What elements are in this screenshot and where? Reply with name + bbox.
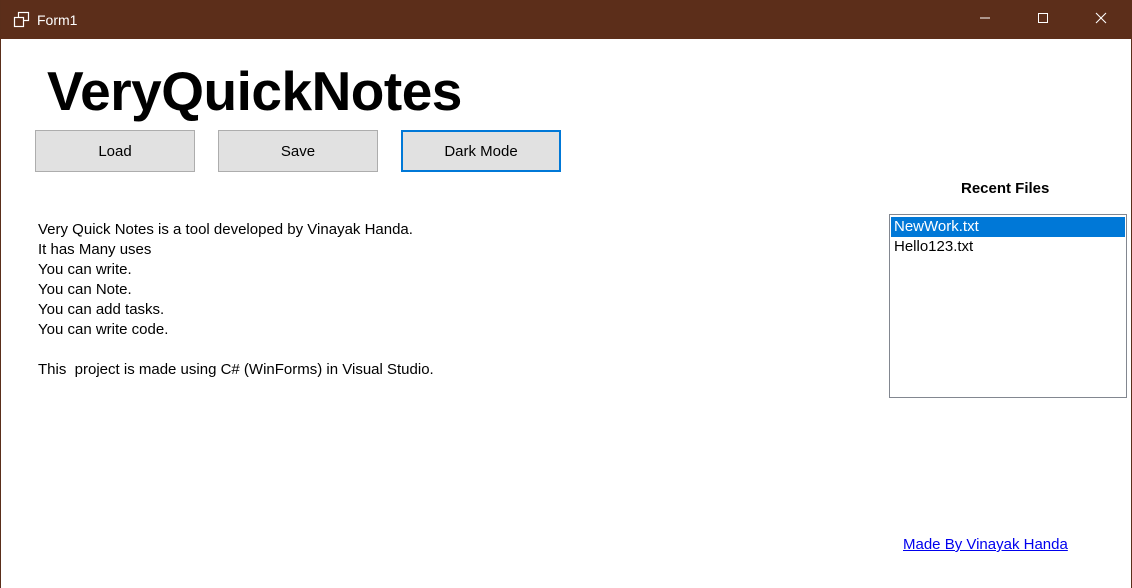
- notes-line: Very Quick Notes is a tool developed by …: [38, 221, 413, 238]
- maximize-button[interactable]: [1014, 0, 1072, 39]
- load-button[interactable]: Load: [35, 130, 195, 172]
- window-title: Form1: [37, 12, 78, 28]
- notes-line: You can write.: [38, 261, 132, 278]
- notes-line: It has Many uses: [38, 241, 152, 258]
- page-title: VeryQuickNotes: [47, 60, 462, 122]
- maximize-icon: [1037, 11, 1049, 29]
- notes-line: You can write code.: [38, 321, 169, 338]
- close-icon: [1095, 11, 1107, 29]
- title-bar[interactable]: Form1: [1, 0, 1132, 39]
- dark-mode-button[interactable]: Dark Mode: [401, 130, 561, 172]
- restore-windows-icon: [13, 11, 30, 28]
- list-item[interactable]: NewWork.txt: [891, 217, 1125, 237]
- close-button[interactable]: [1072, 0, 1130, 39]
- notes-line: This project is made using C# (WinForms)…: [38, 361, 434, 378]
- notes-text-area[interactable]: Very Quick Notes is a tool developed by …: [38, 220, 434, 380]
- notes-line: You can Note.: [38, 281, 132, 298]
- recent-files-label: Recent Files: [961, 180, 1050, 197]
- save-button[interactable]: Save: [218, 130, 378, 172]
- app-window: Form1 VeryQuickNotes Load Save Dark Mode…: [0, 0, 1132, 588]
- notes-line: You can add tasks.: [38, 301, 165, 318]
- list-item[interactable]: Hello123.txt: [891, 237, 1125, 257]
- notes-line: [38, 340, 434, 360]
- minimize-icon: [979, 11, 991, 29]
- made-by-link[interactable]: Made By Vinayak Handa: [903, 536, 1068, 553]
- recent-files-list[interactable]: NewWork.txt Hello123.txt: [889, 214, 1127, 398]
- minimize-button[interactable]: [956, 0, 1014, 39]
